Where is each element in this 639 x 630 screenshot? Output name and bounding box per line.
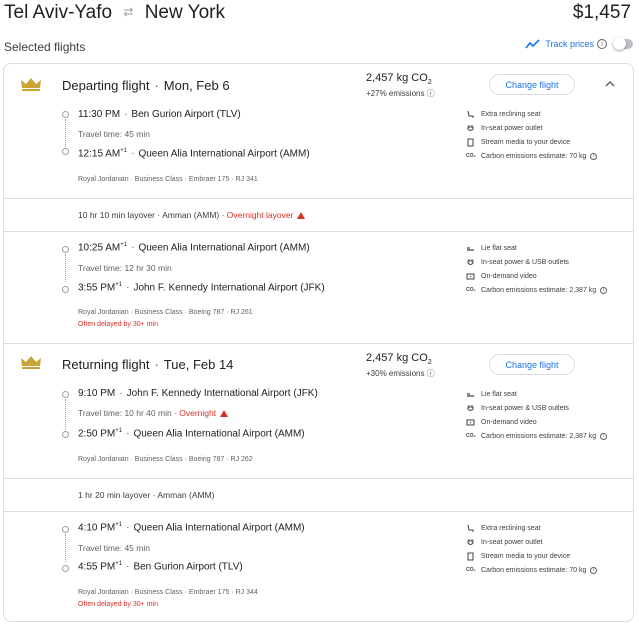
departing-flight-title: Departing flight · Mon, Feb 6: [62, 78, 230, 93]
power-plug-icon: [467, 538, 474, 545]
warning-icon: [220, 410, 229, 417]
timeline: [62, 526, 70, 572]
destination-city: New York: [144, 2, 225, 23]
recline-seat-icon: [467, 110, 474, 118]
divider: [4, 198, 633, 199]
airline-info: Royal Jordanian · Business Class · Boein…: [78, 456, 253, 463]
amenity-item: In-seat power & USB outlets: [466, 256, 569, 268]
amenity-item: Extra reclining seat: [466, 522, 541, 534]
airline-info: Royal Jordanian · Business Class · Embra…: [78, 176, 258, 183]
royal-jordanian-logo-icon: [21, 78, 41, 91]
timeline: [62, 391, 70, 438]
amenities-list: Lie flat seat In-seat power & USB outlet…: [466, 388, 631, 448]
airline-info: Royal Jordanian · Business Class · Embra…: [78, 589, 258, 596]
power-plug-icon: [467, 258, 474, 265]
departing-date: Mon, Feb 6: [163, 78, 230, 93]
co2-icon: CO₂: [466, 433, 476, 439]
amenities-list: Extra reclining seat In-seat power outle…: [466, 522, 631, 582]
departure-row: 4:10 PM+1 · Queen Alia International Airpo…: [78, 522, 305, 534]
stream-device-icon: [467, 138, 474, 146]
change-returning-flight-button[interactable]: Change flight: [489, 354, 575, 375]
travel-time: Travel time: 45 min: [78, 543, 150, 553]
lie-flat-seat-icon: [467, 392, 474, 397]
amenity-item: In-seat power outlet: [466, 122, 542, 134]
info-icon[interactable]: i: [597, 39, 607, 49]
arrival-row: 3:55 PM+1 · John F. Kennedy International …: [78, 282, 325, 294]
divider: [4, 231, 633, 232]
itinerary-card: Departing flight · Mon, Feb 6 2,457 kg CO2…: [3, 63, 634, 622]
recline-seat-icon: [467, 524, 474, 532]
returning-date: Tue, Feb 14: [163, 357, 234, 372]
amenity-item: Lie flat seat: [466, 242, 517, 254]
amenity-item: In-seat power & USB outlets: [466, 402, 569, 414]
travel-time: Travel time: 45 min: [78, 129, 150, 139]
travel-time: Travel time: 10 hr 40 min · Overnight: [78, 408, 229, 418]
stream-device-icon: [467, 552, 474, 560]
origin-city: Tel Aviv-Yafo: [4, 2, 113, 23]
departure-row: 10:25 AM+1 · Queen Alia International Airp…: [78, 242, 310, 254]
timeline: [62, 111, 70, 155]
info-icon[interactable]: i: [600, 286, 608, 294]
track-prices-label: Track prices: [545, 39, 594, 49]
royal-jordanian-logo-icon: [21, 356, 41, 369]
power-plug-icon: [467, 124, 474, 131]
info-icon[interactable]: i: [590, 152, 598, 160]
trend-icon: [525, 39, 540, 49]
warning-icon: [297, 212, 306, 219]
amenity-item: Lie flat seat: [466, 388, 517, 400]
departure-row: 11:30 PM · Ben Gurion Airport (TLV): [78, 109, 241, 120]
arrival-row: 12:15 AM+1 · Queen Alia International Airp…: [78, 148, 310, 160]
travel-time: Travel time: 12 hr 30 min: [78, 263, 172, 273]
airline-info: Royal Jordanian · Business Class · Boein…: [78, 309, 253, 316]
amenity-item: CO₂ Carbon emissions estimate: 2,387 kg i: [466, 284, 608, 296]
lie-flat-seat-icon: [467, 246, 474, 251]
change-departing-flight-button[interactable]: Change flight: [489, 74, 575, 95]
section-divider: [4, 343, 633, 344]
divider: [4, 478, 633, 479]
track-prices-toggle[interactable]: [613, 37, 633, 50]
delay-warning: Often delayed by 30+ min: [78, 321, 158, 328]
swap-arrows-icon: ⇄: [123, 5, 134, 19]
amenities-list: Extra reclining seat In-seat power outle…: [466, 108, 631, 168]
video-icon: [466, 273, 475, 279]
total-price: $1,457: [572, 2, 631, 23]
amenity-item: Extra reclining seat: [466, 108, 541, 120]
amenity-item: On-demand video: [466, 416, 537, 428]
amenity-item: In-seat power outlet: [466, 536, 542, 548]
departing-emissions-pct: +27% emissions ⓘ: [366, 89, 435, 98]
amenity-item: On-demand video: [466, 270, 537, 282]
amenity-item: Stream media to your device: [466, 550, 570, 562]
route-title: Tel Aviv-Yafo ⇄ New York: [4, 2, 225, 24]
co2-icon: CO₂: [466, 287, 476, 293]
arrival-row: 2:50 PM+1 · Queen Alia International Airpo…: [78, 428, 305, 440]
timeline: [62, 246, 70, 293]
info-icon[interactable]: i: [600, 432, 608, 440]
departing-co2: 2,457 kg CO2: [366, 72, 432, 87]
info-icon[interactable]: i: [590, 566, 598, 574]
returning-flight-title: Returning flight · Tue, Feb 14: [62, 357, 234, 372]
amenity-item: CO₂ Carbon emissions estimate: 2,387 kg i: [466, 430, 608, 442]
co2-icon: CO₂: [466, 153, 476, 159]
arrival-row: 4:55 PM+1 · Ben Gurion Airport (TLV): [78, 561, 243, 573]
amenity-item: CO₂ Carbon emissions estimate: 70 kg i: [466, 150, 598, 162]
layover-info: 1 hr 20 min layover · Amman (AMM): [78, 490, 215, 500]
amenity-item: CO₂ Carbon emissions estimate: 70 kg i: [466, 564, 598, 576]
amenities-list: Lie flat seat In-seat power & USB outlet…: [466, 242, 631, 302]
layover-info: 10 hr 10 min layover · Amman (AMM) · Ove…: [78, 210, 306, 220]
returning-emissions-pct: +30% emissions ⓘ: [366, 369, 435, 378]
selected-flights-heading: Selected flights: [4, 40, 86, 54]
co2-icon: CO₂: [466, 567, 476, 573]
collapse-chevron-up-icon[interactable]: [604, 78, 616, 90]
returning-co2: 2,457 kg CO2: [366, 352, 432, 367]
departure-row: 9:10 PM · John F. Kennedy International Ai…: [78, 388, 318, 399]
track-prices[interactable]: Track prices i: [525, 37, 633, 50]
video-icon: [466, 419, 475, 425]
amenity-item: Stream media to your device: [466, 136, 570, 148]
divider: [4, 511, 633, 512]
power-plug-icon: [467, 404, 474, 411]
header: Tel Aviv-Yafo ⇄ New York $1,457: [0, 0, 639, 30]
delay-warning: Often delayed by 30+ min: [78, 601, 158, 608]
